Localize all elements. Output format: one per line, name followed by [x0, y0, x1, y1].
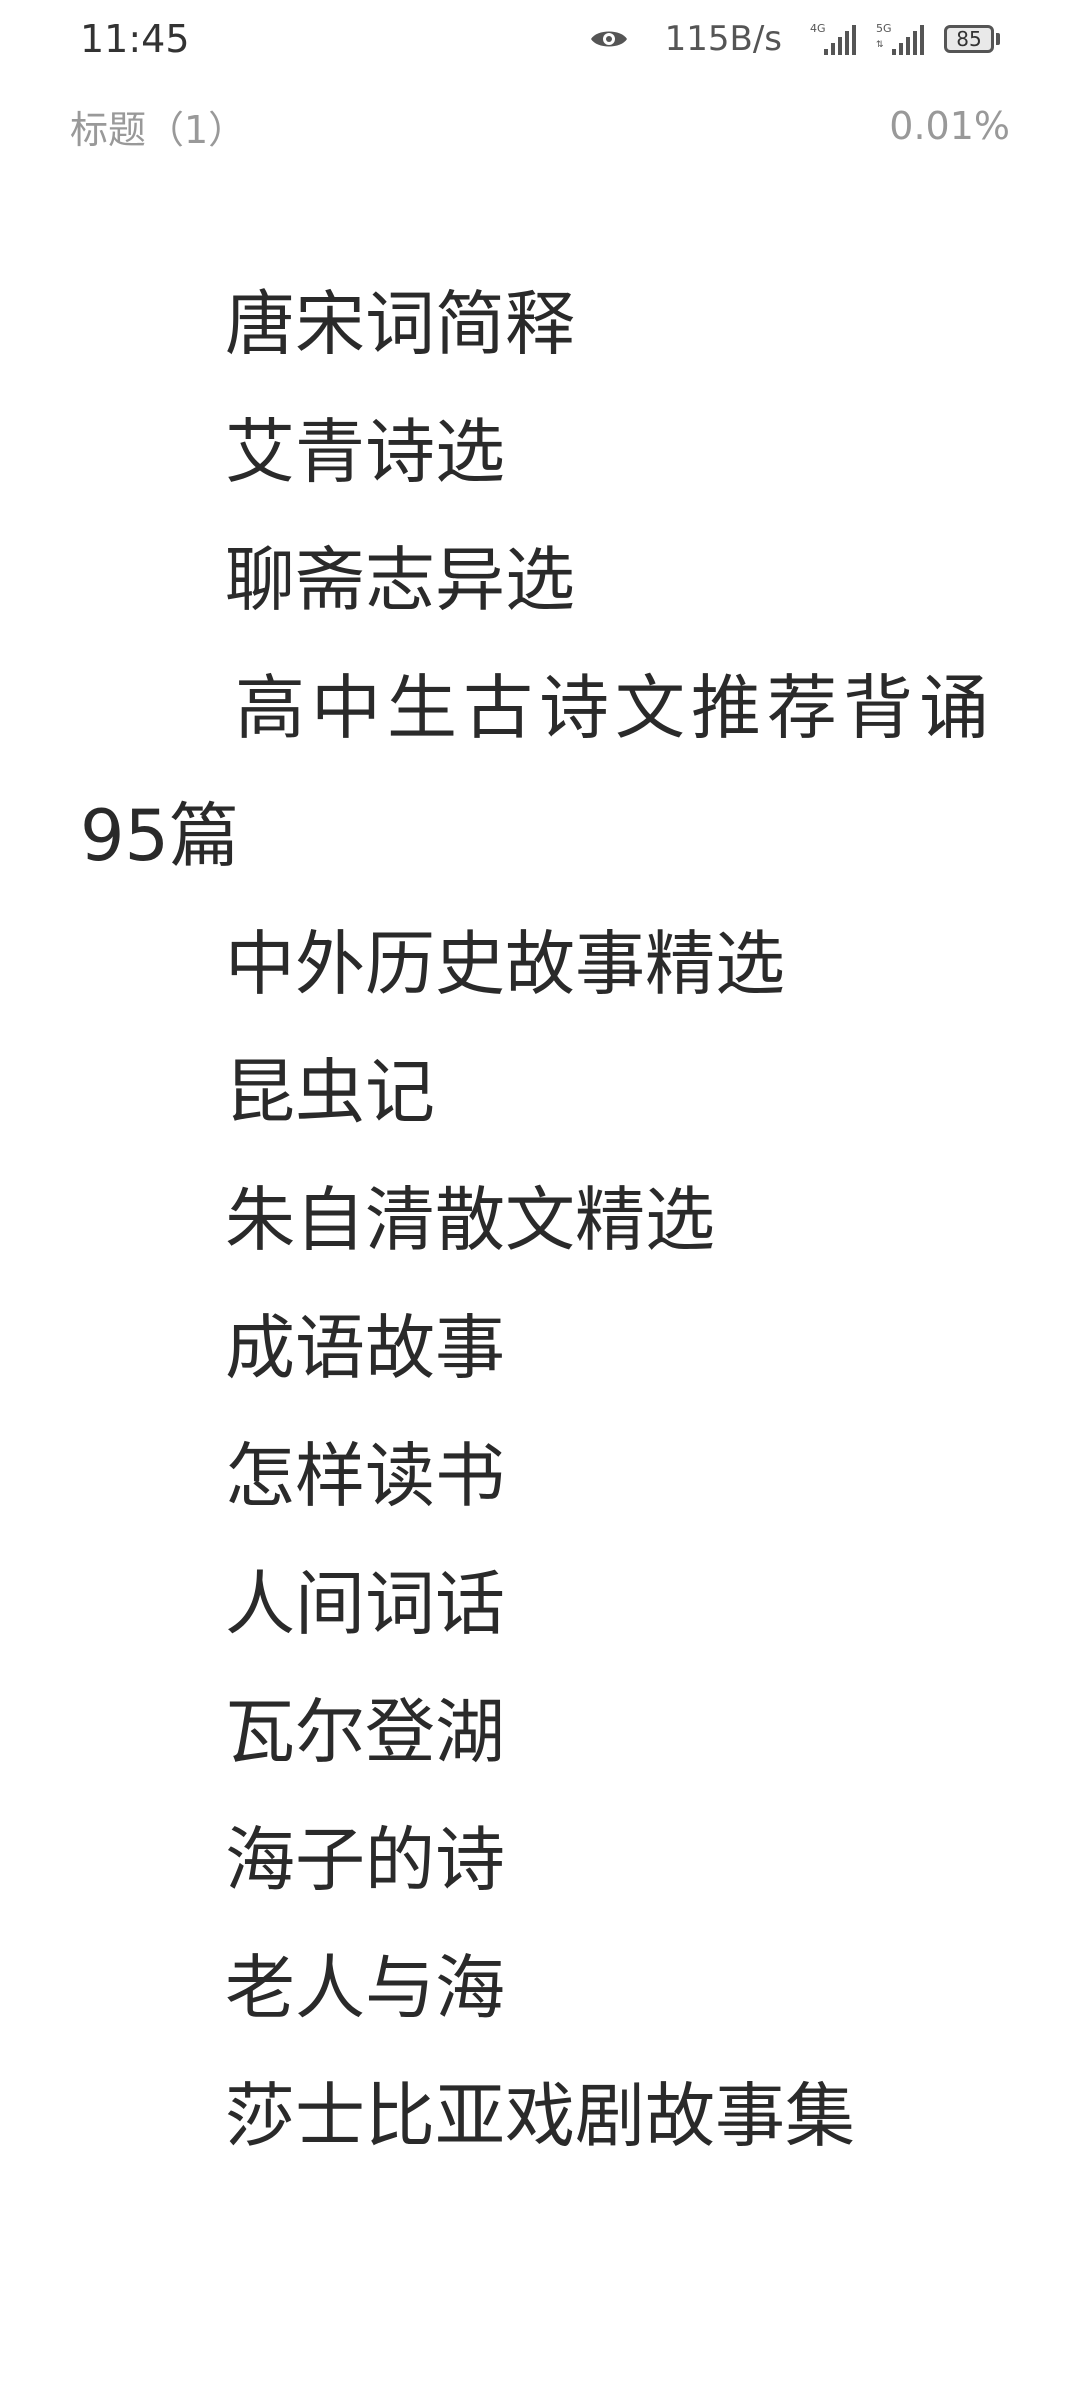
text-line: 老人与海 [225, 1947, 505, 2029]
text-line: 人间词话 [225, 1563, 505, 1645]
reader-content[interactable]: 唐宋词简释 艾青诗选 聊斋志异选 高中生古诗文推荐背诵 95篇 中外历史故事精选… [80, 260, 1000, 2180]
reading-progress: 0.01% [889, 104, 1010, 148]
net-speed: 115B/s [664, 19, 782, 59]
battery-tip [996, 33, 1000, 45]
text-line: 怎样读书 [225, 1435, 505, 1517]
eye-icon [589, 25, 629, 53]
battery-icon: 85 [944, 25, 1000, 53]
signal-5g-icon: 5G ⇅ [876, 21, 926, 57]
text-line: 唐宋词简释 [225, 283, 575, 365]
text-line: 昆虫记 [225, 1051, 435, 1133]
signal-4g-label: 4G [810, 22, 826, 35]
signal-4g-icon: 4G [810, 21, 858, 57]
text-line: 朱自清散文精选 [225, 1179, 715, 1261]
text-line: 海子的诗 [225, 1819, 505, 1901]
status-time: 11:45 [80, 17, 190, 61]
status-bar: 11:45 115B/s 4G 5G ⇅ 85 [0, 0, 1080, 80]
text-line: 聊斋志异选 [225, 539, 575, 621]
text-line: 95篇 [80, 795, 240, 877]
svg-text:⇅: ⇅ [876, 40, 884, 50]
text-line: 中外历史故事精选 [225, 923, 785, 1005]
chapter-title: 标题（1） [70, 107, 247, 152]
signal-5g-label: 5G [876, 22, 892, 35]
text-line: 莎士比亚戏剧故事集 [225, 2075, 855, 2157]
status-icons: 115B/s 4G 5G ⇅ 85 [589, 14, 1000, 64]
text-line: 艾青诗选 [225, 411, 505, 493]
battery-level: 85 [944, 25, 994, 53]
reader-header: 标题（1） 0.01% [70, 96, 1010, 156]
text-line: 成语故事 [225, 1307, 505, 1389]
text-line: 高中生古诗文推荐背诵 [235, 667, 995, 749]
text-line: 瓦尔登湖 [225, 1691, 505, 1773]
